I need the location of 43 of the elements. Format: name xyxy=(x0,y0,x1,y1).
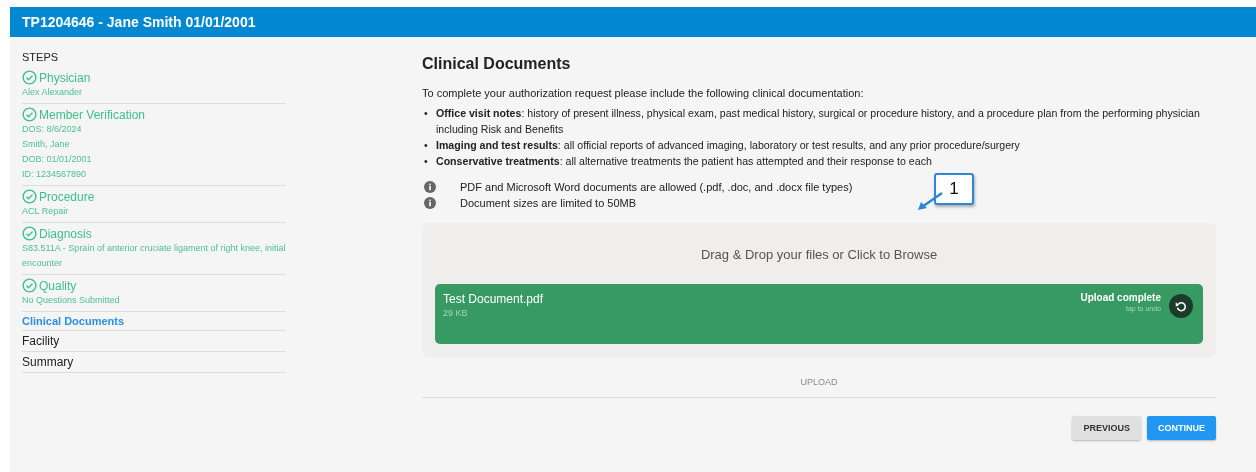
step-item[interactable]: Procedure xyxy=(22,189,286,204)
step-item[interactable]: Physician xyxy=(22,70,286,85)
previous-button[interactable]: PREVIOUS xyxy=(1072,416,1141,440)
requirement-text: Office visit notes: history of present illness, physical exam, past medical history, surgical or procedure history, and a procedure plan from the performing physician including Risk and Benefits xyxy=(436,106,1201,137)
note-text: PDF and Microsoft Word documents are allowed (.pdf, .doc, and .docx file types) xyxy=(460,181,853,193)
file-name: Test Document.pdf xyxy=(443,292,545,306)
bullet: • xyxy=(424,106,429,121)
step-detail: DOB: 01/01/2001 xyxy=(22,153,93,166)
step-item[interactable]: Facility xyxy=(22,334,286,348)
check-circle-icon xyxy=(22,107,37,122)
step-detail: Alex Alexander xyxy=(22,86,84,99)
check-circle-icon xyxy=(22,189,37,204)
step-item[interactable]: Member Verification xyxy=(22,107,286,122)
step-item[interactable]: Quality xyxy=(22,278,286,293)
patient-title: TP1204646 - Jane Smith 01/01/2001 xyxy=(22,14,256,30)
intro-text: To complete your authorization request please include the following clinical documentation: xyxy=(422,87,865,99)
undo-icon xyxy=(1174,299,1188,313)
step-detail: ACL Repair xyxy=(22,205,70,218)
step-item[interactable]: Summary xyxy=(22,355,286,369)
drop-prompt: Drag & Drop your files or Click to Browse xyxy=(699,247,939,262)
step-item[interactable]: Diagnosis xyxy=(22,226,286,241)
step-detail: S83.511A - Sprain of anterior cruciate ligament of right knee, initial encounter xyxy=(22,242,286,270)
undo-button[interactable] xyxy=(1169,294,1193,318)
requirement-text: Imaging and test results: all official reports of advanced imaging, laboratory or test results, and any prior procedure/surgery xyxy=(436,138,1020,153)
step-detail: DOS: 8/6/2024 xyxy=(22,123,83,136)
requirement-text: Conservative treatments: all alternative treatments the patient has attempted and their response to each xyxy=(436,154,932,169)
continue-button[interactable]: CONTINUE xyxy=(1147,416,1216,440)
info-icon xyxy=(424,197,436,209)
file-size: 29 KB xyxy=(443,308,469,318)
step-detail: No Questions Submitted xyxy=(22,294,121,307)
step-item[interactable]: Clinical Documents xyxy=(22,315,286,327)
check-circle-icon xyxy=(22,278,37,293)
bullet: • xyxy=(424,138,429,153)
info-icon xyxy=(424,181,436,193)
note-text: Document sizes are limited to 50MB xyxy=(460,197,637,209)
bullet: • xyxy=(424,154,429,169)
step-detail: Smith, Jane xyxy=(22,138,71,151)
section-title: Clinical Documents xyxy=(422,55,572,73)
upload-status: Upload complete xyxy=(1080,292,1161,303)
steps-heading: STEPS xyxy=(22,51,60,63)
check-circle-icon xyxy=(22,70,37,85)
step-detail: ID: 1234567890 xyxy=(22,168,88,181)
check-circle-icon xyxy=(22,226,37,241)
